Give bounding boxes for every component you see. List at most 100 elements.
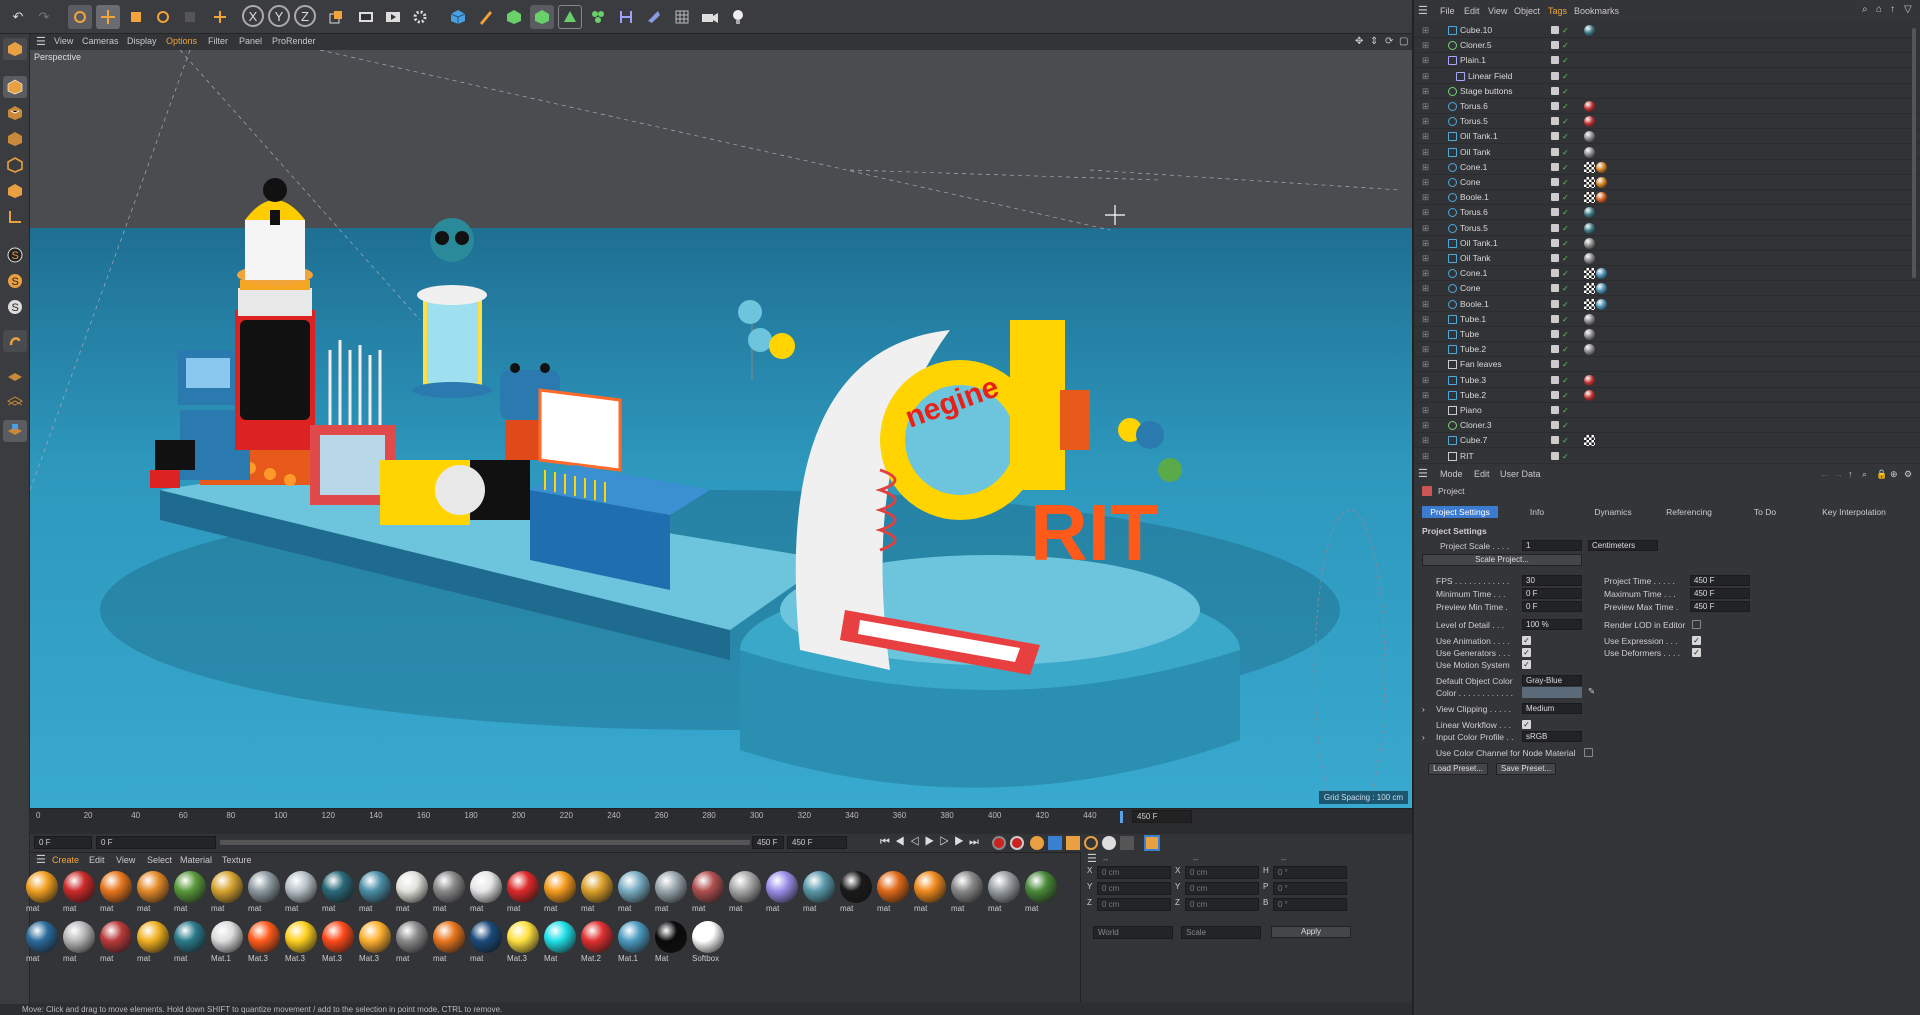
object-row[interactable]: ⊞ Tube.3 ✓ (1414, 373, 1920, 388)
visibility-toggle[interactable] (1551, 436, 1559, 445)
material-swatch[interactable]: Mat.2 (581, 921, 614, 963)
material-swatch[interactable]: mat (470, 871, 503, 913)
object-row[interactable]: ⊞ Cube.7 ✓ (1414, 433, 1920, 449)
expand-toggle-icon[interactable]: ⊞ (1422, 177, 1429, 188)
material-tag-icon[interactable] (1584, 344, 1595, 356)
enabled-check-icon[interactable]: ✓ (1562, 284, 1569, 293)
object-row[interactable]: ⊞ Torus.5 ✓ (1414, 221, 1920, 236)
enabled-check-icon[interactable]: ✓ (1562, 345, 1569, 354)
tab-project-settings[interactable]: Project Settings (1422, 506, 1498, 518)
viewport-maximize-icon[interactable]: ▢ (1399, 36, 1408, 47)
object-name[interactable]: Cone (1460, 177, 1480, 187)
fps-field[interactable]: 30 (1522, 575, 1582, 586)
visibility-toggle[interactable] (1551, 223, 1559, 232)
lod-field[interactable]: 100 % (1522, 619, 1582, 630)
material-tag-icon[interactable] (1584, 101, 1595, 112)
object-name[interactable]: Boole.1 (1460, 299, 1489, 309)
object-row[interactable]: ⊞ Cloner.3 ✓ (1414, 418, 1920, 434)
max-time-field[interactable]: 450 F (1690, 588, 1750, 599)
material-swatch[interactable]: mat (396, 921, 429, 963)
texture-tag-icon[interactable] (1584, 177, 1595, 188)
visibility-toggle[interactable] (1551, 208, 1559, 217)
expand-toggle-icon[interactable]: ⊞ (1422, 299, 1429, 310)
material-swatch[interactable]: Mat.1 (618, 921, 651, 963)
material-tag-icon[interactable] (1596, 268, 1607, 280)
material-tag-icon[interactable] (1584, 374, 1595, 386)
scale-project-button[interactable]: Scale Project... (1422, 554, 1582, 566)
visibility-toggle[interactable] (1551, 26, 1559, 34)
menu-cameras[interactable]: Cameras (82, 36, 119, 46)
object-row[interactable]: ⊞ Oil Tank ✓ (1414, 251, 1920, 266)
object-name[interactable]: Cloner.5 (1460, 40, 1492, 50)
object-row[interactable]: ⊞ Fan leaves ✓ (1414, 357, 1920, 373)
object-name[interactable]: Piano (1460, 405, 1482, 415)
material-swatch[interactable]: mat (137, 871, 170, 913)
visibility-toggle[interactable] (1551, 269, 1559, 278)
node-material-checkbox[interactable] (1584, 748, 1593, 757)
viewport-move-icon[interactable]: ✥ (1355, 36, 1363, 47)
material-swatch[interactable]: mat (26, 921, 59, 963)
material-tag-icon[interactable] (1596, 298, 1607, 310)
save-preset-button[interactable]: Save Preset... (1496, 763, 1556, 775)
material-swatch[interactable]: mat (174, 871, 207, 913)
workplane-button[interactable] (3, 364, 27, 386)
visibility-toggle[interactable] (1551, 117, 1559, 126)
visibility-toggle[interactable] (1551, 284, 1559, 293)
obj-menu-file[interactable]: File (1440, 6, 1455, 16)
preview-range-slider[interactable] (220, 840, 750, 845)
material-tag-icon[interactable] (1596, 177, 1607, 188)
material-tag-icon[interactable] (1584, 146, 1595, 158)
material-swatch[interactable]: mat (174, 921, 207, 963)
coord-position-field[interactable]: 0 cm (1097, 882, 1171, 895)
enabled-check-icon[interactable]: ✓ (1562, 376, 1569, 385)
visibility-toggle[interactable] (1551, 360, 1559, 369)
tab-to-do[interactable]: To Do (1728, 506, 1802, 518)
timeline-ruler[interactable]: 0 20 40 60 80 100 120 140 160 180 200 220 240 260 280 3… (30, 808, 1412, 824)
material-swatch[interactable]: mat (877, 871, 910, 913)
preview-max-field[interactable]: 450 F (1690, 601, 1750, 612)
material-swatch[interactable]: mat (137, 921, 170, 963)
enabled-check-icon[interactable]: ✓ (1562, 224, 1569, 233)
object-row[interactable]: ⊞ Boole.1 ✓ (1414, 190, 1920, 206)
expand-toggle-icon[interactable]: ⊞ (1422, 283, 1429, 294)
coordinate-system-toggle[interactable] (324, 5, 348, 29)
tweak-mode-button[interactable] (3, 330, 27, 352)
attr-search-icon[interactable]: ⌕ (1862, 469, 1867, 480)
object-filter-icon[interactable]: ▽ (1904, 4, 1912, 15)
coord-mode-select[interactable]: World (1093, 926, 1173, 939)
expand-toggle-icon[interactable]: ⊞ (1422, 207, 1429, 218)
x-axis-lock[interactable]: X (242, 5, 264, 27)
object-home-icon[interactable]: ⌂ (1876, 4, 1882, 15)
object-list-scrollbar[interactable] (1912, 28, 1916, 278)
material-swatch[interactable]: mat (248, 871, 281, 913)
material-swatch[interactable]: mat (470, 921, 503, 963)
cloner-button[interactable] (530, 5, 554, 29)
environment-button[interactable] (642, 5, 666, 29)
obj-menu-edit[interactable]: Edit (1464, 6, 1480, 16)
visibility-toggle[interactable] (1551, 193, 1559, 202)
material-tag-icon[interactable] (1596, 161, 1607, 173)
material-swatch[interactable]: Mat.1 (211, 921, 244, 963)
rotation-key-button[interactable] (1084, 836, 1098, 850)
scale-tool[interactable] (124, 5, 148, 29)
object-up-icon[interactable]: ↑ (1890, 4, 1895, 15)
enabled-check-icon[interactable]: ✓ (1562, 239, 1569, 248)
material-swatch[interactable]: mat (692, 871, 725, 913)
object-row[interactable]: ⊞ Tube ✓ (1414, 327, 1920, 342)
use-animation-checkbox[interactable]: ✓ (1522, 636, 1531, 645)
object-row[interactable]: ⊞ Plain.1 ✓ (1414, 53, 1920, 69)
obj-menu-view[interactable]: View (1488, 6, 1507, 16)
enabled-check-icon[interactable]: ✓ (1562, 178, 1569, 187)
enabled-check-icon[interactable]: ✓ (1562, 41, 1569, 50)
redo-button[interactable]: ↷ (32, 5, 56, 29)
object-row[interactable]: ⊞ Cone ✓ (1414, 281, 1920, 297)
texture-mode-button[interactable] (3, 102, 27, 124)
preview-min-field[interactable]: 0 F (1522, 601, 1582, 612)
snap-settings-button[interactable]: S (3, 270, 27, 292)
mat-menu-material[interactable]: Material (180, 855, 212, 865)
mat-menu-edit[interactable]: Edit (89, 855, 105, 865)
preview-end-field[interactable]: 450 F (752, 836, 784, 849)
enabled-check-icon[interactable]: ✓ (1562, 315, 1569, 324)
attr-up-icon[interactable]: ↑ (1848, 469, 1853, 479)
attr-menu-edit[interactable]: Edit (1474, 469, 1490, 479)
